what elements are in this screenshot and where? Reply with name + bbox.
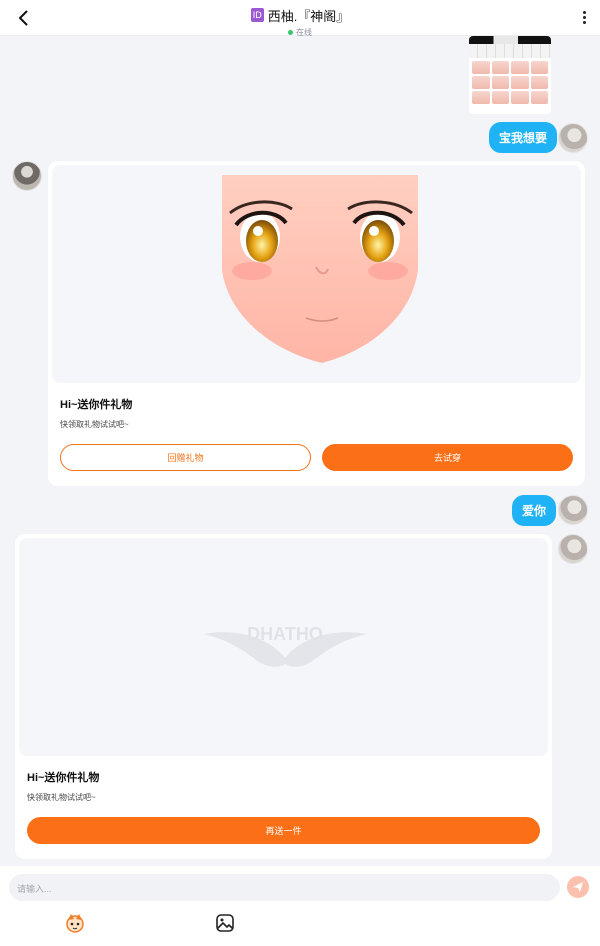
image-icon[interactable] [214,912,236,934]
contact-avatar[interactable] [12,161,42,191]
chat-title-block: ID 西柚.『神阁』 在线 [0,5,600,38]
contact-name: 西柚.『神阁』 [267,8,350,24]
gift-preview-image: DHATHO [19,538,548,756]
gift-card[interactable]: Hi~送你件礼物 快领取礼物试试吧~ 回赠礼物 去试穿 [48,161,585,486]
online-dot-icon [288,29,293,35]
mascot-icon[interactable] [64,912,86,934]
gift-card-title: Hi~送你件礼物 [60,399,133,411]
wings-logo-watermark: DHATHO [203,624,367,667]
sent-image-message[interactable] [469,36,551,114]
my-avatar[interactable] [558,123,588,153]
my-avatar[interactable] [558,534,588,564]
anime-face-image [222,175,418,363]
return-gift-button[interactable]: 回赠礼物 [60,444,311,471]
gift-card-title: Hi~送你件礼物 [27,772,100,784]
online-status-text: 在线 [296,27,312,37]
watermark-text: DHATHO [247,624,323,644]
send-icon[interactable] [567,876,589,898]
try-on-button[interactable]: 去试穿 [322,444,573,471]
composer-bar: 请输入... [0,866,600,946]
gift-card-subtitle: 快领取礼物试试吧~ [27,793,96,802]
sent-message-bubble[interactable]: 爱你 [512,495,557,526]
chat-header: ID 西柚.『神阁』 在线 [0,0,600,38]
chat-title: ID 西柚.『神阁』 [250,6,350,25]
gift-card-subtitle: 快领取礼物试试吧~ [60,420,129,429]
my-avatar[interactable] [558,495,588,525]
id-badge: ID [250,8,264,22]
send-again-button[interactable]: 再送一件 [27,817,540,844]
message-input[interactable]: 请输入... [9,874,560,901]
more-vertical-icon[interactable] [582,10,588,26]
gift-preview-image [52,165,581,383]
gift-card[interactable]: DHATHO Hi~送你件礼物 快领取礼物试试吧~ 再送一件 [15,534,552,859]
sent-message-bubble[interactable]: 宝我想要 [489,122,558,153]
